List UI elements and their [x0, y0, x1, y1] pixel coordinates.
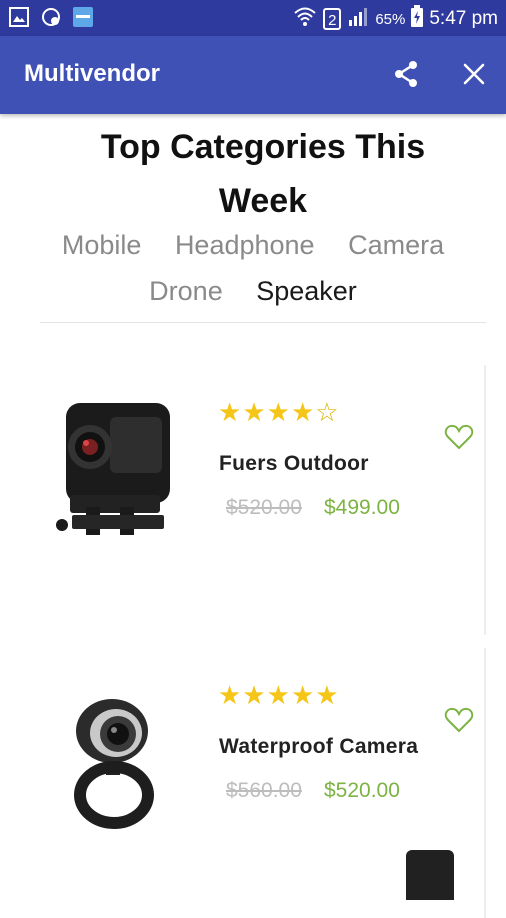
wishlist-button[interactable] — [444, 706, 474, 734]
signal-icon — [347, 5, 369, 33]
card-border — [484, 648, 486, 918]
battery-percent: 65% — [375, 10, 406, 28]
current-price: $499.00 — [324, 496, 400, 519]
old-price: $560.00 — [226, 779, 302, 802]
star-icon: ★ — [290, 397, 316, 427]
card-border — [484, 365, 486, 635]
tab-mobile[interactable]: Mobile — [62, 230, 142, 260]
wifi-icon — [293, 5, 317, 33]
app-icon — [72, 6, 94, 28]
wishlist-button[interactable] — [444, 423, 474, 451]
app-title: Multivendor — [24, 60, 160, 87]
divider — [40, 322, 486, 323]
floating-action-button[interactable] — [406, 850, 454, 900]
star-icon: ★ — [266, 680, 291, 710]
section-heading: Top Categories This Week — [60, 120, 466, 228]
current-price: $520.00 — [324, 779, 400, 802]
close-button[interactable] — [460, 60, 488, 88]
rating-stars: ★★★★★ — [218, 680, 340, 711]
old-price: $520.00 — [226, 496, 302, 519]
tab-speaker[interactable]: Speaker — [256, 276, 357, 306]
heading-line-1: Top Categories This — [100, 128, 426, 166]
star-outline-icon: ☆ — [315, 397, 340, 427]
heading-line-2: Week — [218, 182, 308, 220]
star-icon: ★ — [290, 680, 316, 710]
star-icon: ★ — [242, 397, 267, 427]
close-icon — [463, 63, 485, 85]
star-icon: ★ — [315, 680, 340, 710]
rating-stars: ★★★★☆ — [218, 397, 340, 428]
share-icon — [395, 61, 417, 87]
product-name[interactable]: Fuers Outdoor — [219, 452, 369, 476]
product-image[interactable] — [50, 395, 180, 545]
status-bar: 2 65% 5:47 pm — [0, 0, 506, 36]
image-icon — [8, 6, 30, 28]
clock: 5:47 pm — [429, 8, 498, 29]
star-icon: ★ — [242, 680, 267, 710]
battery-icon — [411, 5, 424, 33]
sim-slot-badge: 2 — [323, 8, 342, 30]
heart-icon — [444, 707, 474, 733]
product-name[interactable]: Waterproof Camera — [219, 735, 418, 759]
tab-headphone[interactable]: Headphone — [175, 230, 315, 260]
whatsapp-icon — [40, 6, 62, 28]
tab-drone[interactable]: Drone — [149, 276, 223, 306]
tab-camera[interactable]: Camera — [348, 230, 444, 260]
star-icon: ★ — [218, 680, 243, 710]
star-icon: ★ — [266, 397, 291, 427]
heart-icon — [444, 424, 474, 450]
share-button[interactable] — [390, 58, 422, 90]
app-bar: Multivendor — [0, 36, 506, 114]
star-icon: ★ — [218, 397, 243, 427]
product-card[interactable]: ★★★★☆ Fuers Outdoor $520.00 $499.00 — [20, 365, 486, 635]
category-tabs: Mobile Headphone Camera Drone Speaker — [20, 222, 486, 314]
product-image[interactable] — [50, 683, 180, 833]
